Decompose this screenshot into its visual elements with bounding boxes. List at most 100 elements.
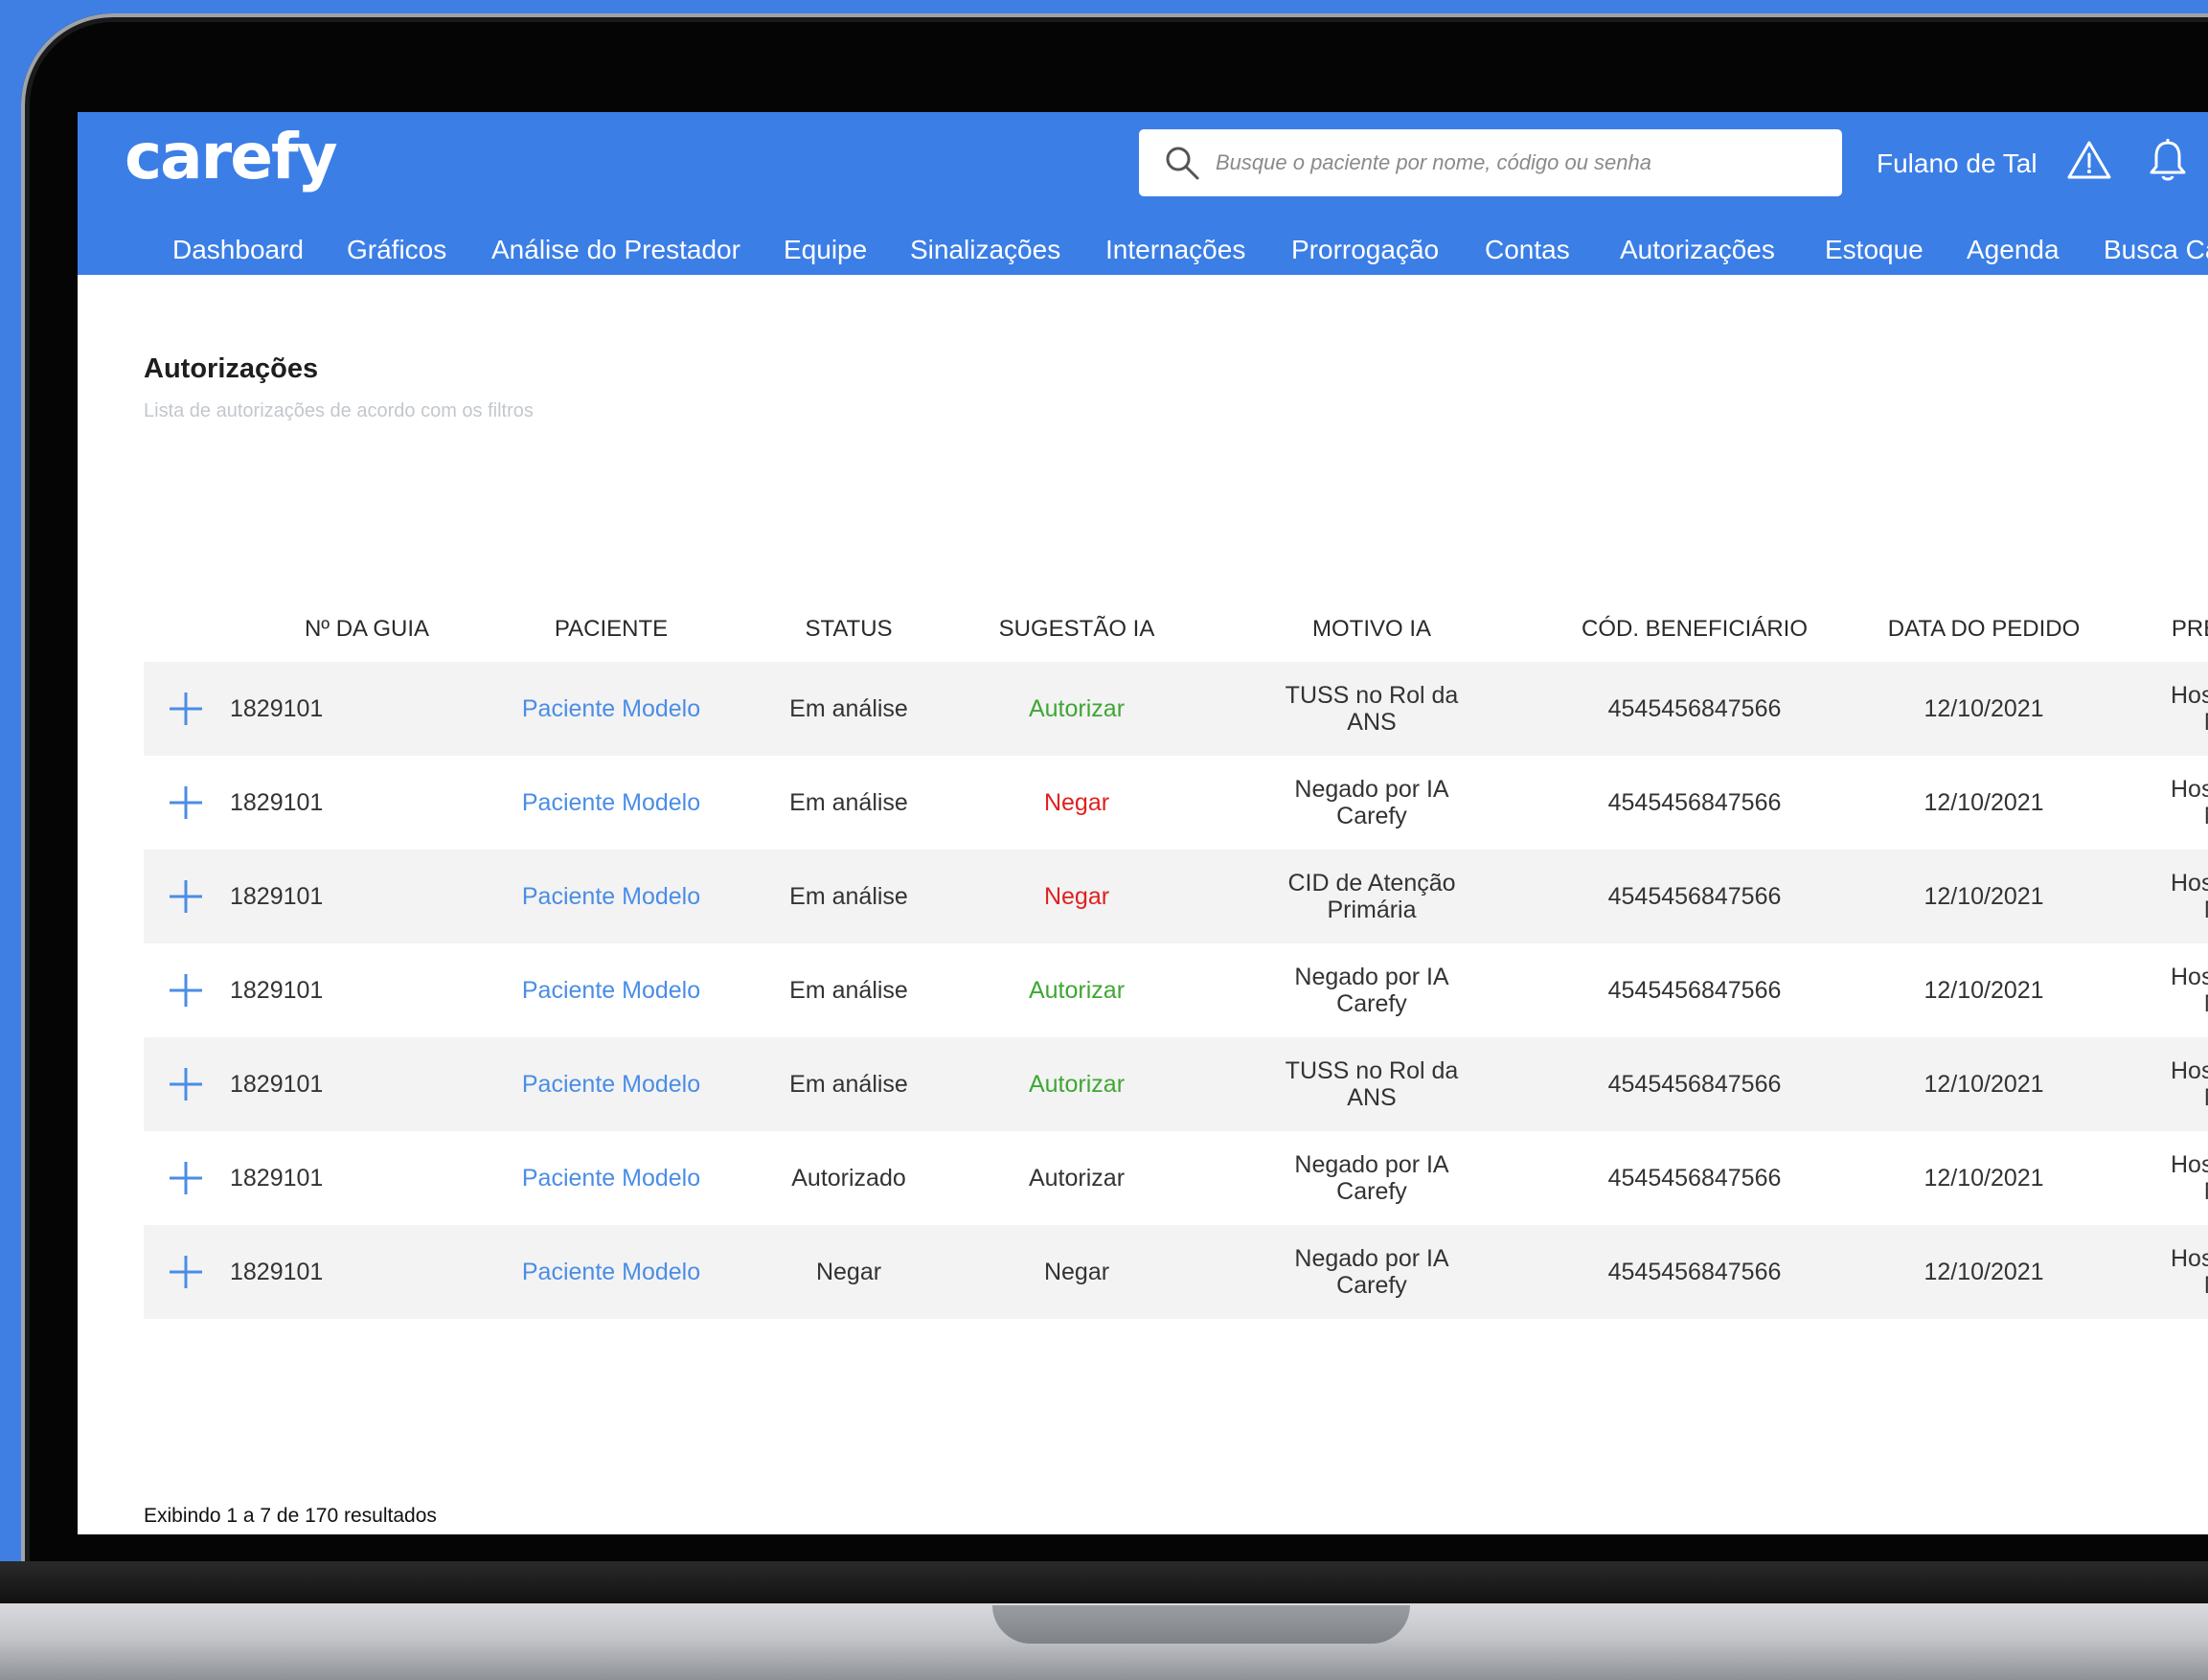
- header-motivo[interactable]: MOTIVO IA: [1312, 616, 1431, 643]
- nav-estoque[interactable]: Estoque: [1825, 225, 1923, 275]
- cell-prestador: Hospital M: [2171, 870, 2208, 923]
- header-prestador[interactable]: PRESTADO: [2172, 616, 2208, 643]
- table-row[interactable]: 1829101 Paciente Modelo Em análise Autoriza…: [144, 943, 2208, 1037]
- cell-motivo: CID de Atenção Primária: [1266, 850, 1477, 943]
- table-row[interactable]: 1829101 Paciente Modelo Em análise Negar CID…: [144, 850, 2208, 943]
- cell-motivo: Negado por IA Carefy: [1266, 1225, 1477, 1319]
- nav-busca[interactable]: Busca Ca: [2104, 225, 2208, 275]
- cell-sugestao: Autorizar: [1028, 695, 1126, 722]
- cell-data-pedido: 12/10/2021: [1923, 695, 2044, 722]
- cell-prestador: Hospital M: [2171, 682, 2208, 736]
- expand-plus-icon[interactable]: [167, 1253, 205, 1291]
- cell-guia: 1829101: [230, 1259, 324, 1285]
- cell-sugestao: Negar: [1043, 883, 1110, 910]
- cell-data-pedido: 12/10/2021: [1923, 1165, 2044, 1192]
- cell-data-pedido: 12/10/2021: [1923, 1071, 2044, 1098]
- motivo-line-1: TUSS no Rol da ANS: [1285, 682, 1459, 736]
- cell-prestador: Hospital M: [2171, 776, 2208, 829]
- cell-prestador: Hospital M: [2171, 1057, 2208, 1111]
- table-header: Nº DA GUIA PACIENTE STATUS SUGESTÃO IA M…: [144, 601, 2208, 663]
- cell-motivo: Negado por IA Carefy: [1266, 943, 1477, 1037]
- nav-agenda[interactable]: Agenda: [1967, 225, 2060, 275]
- cell-sugestao: Negar: [1043, 789, 1110, 816]
- laptop-hinge: [0, 1561, 2208, 1603]
- nav-graficos[interactable]: Gráficos: [347, 225, 446, 275]
- cell-sugestao: Autorizar: [1028, 1165, 1126, 1192]
- cell-status: Em análise: [789, 1071, 908, 1098]
- cell-motivo: Negado por IA Carefy: [1266, 1131, 1477, 1225]
- cell-guia: 1829101: [230, 977, 324, 1004]
- app-screen: carefy Fulano de Tal Dashboard Gráficos …: [78, 112, 2208, 1534]
- header-paciente[interactable]: PACIENTE: [555, 616, 668, 643]
- cell-prestador: Hospital M: [2171, 1151, 2208, 1205]
- expand-plus-icon[interactable]: [167, 1159, 205, 1197]
- nav-contas[interactable]: Contas: [1485, 225, 1570, 275]
- cell-data-pedido: 12/10/2021: [1923, 977, 2044, 1004]
- nav-equipe[interactable]: Equipe: [784, 225, 867, 275]
- motivo-line-1: Negado por IA: [1294, 1245, 1449, 1272]
- table-row[interactable]: 1829101 Paciente Modelo Em análise Negar Neg…: [144, 756, 2208, 850]
- motivo-line-2: Primária: [1327, 897, 1417, 923]
- cell-guia: 1829101: [230, 695, 324, 722]
- table-row[interactable]: 1829101 Paciente Modelo Em análise Autoriza…: [144, 1037, 2208, 1131]
- cell-cod-beneficiario: 4545456847566: [1607, 883, 1782, 910]
- nav-analise-prestador[interactable]: Análise do Prestador: [491, 225, 740, 275]
- app-header: carefy Fulano de Tal Dashboard Gráficos …: [78, 112, 2208, 275]
- cell-paciente-link[interactable]: Paciente Modelo: [522, 850, 700, 943]
- cell-cod-beneficiario: 4545456847566: [1607, 789, 1782, 816]
- motivo-line-1: Negado por IA: [1294, 964, 1449, 990]
- header-guia[interactable]: Nº DA GUIA: [305, 616, 429, 643]
- cell-prestador: Hospital M: [2171, 964, 2208, 1017]
- cell-status: Em análise: [789, 883, 908, 910]
- nav-prorrogacao[interactable]: Prorrogação: [1291, 225, 1439, 275]
- header-data[interactable]: DATA DO PEDIDO: [1888, 616, 2080, 643]
- cell-status: Autorizado: [791, 1165, 906, 1192]
- expand-plus-icon[interactable]: [167, 1065, 205, 1103]
- cell-paciente-link[interactable]: Paciente Modelo: [522, 1037, 700, 1131]
- user-name[interactable]: Fulano de Tal: [1877, 148, 2037, 179]
- header-sugestao[interactable]: SUGESTÃO IA: [999, 616, 1155, 643]
- cell-motivo: TUSS no Rol da ANS: [1266, 1037, 1477, 1131]
- cell-sugestao: Autorizar: [1028, 1071, 1126, 1098]
- cell-guia: 1829101: [230, 1071, 324, 1098]
- motivo-line-2: Carefy: [1336, 803, 1407, 829]
- table-row[interactable]: 1829101 Paciente Modelo Autorizado Autoriza…: [144, 1131, 2208, 1225]
- motivo-line-1: Negado por IA: [1294, 776, 1449, 803]
- cell-motivo: Negado por IA Carefy: [1266, 756, 1477, 850]
- expand-plus-icon[interactable]: [167, 690, 205, 728]
- page-subtitle: Lista de autorizações de acordo com os f…: [144, 400, 534, 421]
- bell-icon[interactable]: [2147, 137, 2189, 183]
- cell-cod-beneficiario: 4545456847566: [1607, 1259, 1782, 1285]
- motivo-line-2: Carefy: [1336, 1178, 1407, 1205]
- expand-plus-icon[interactable]: [167, 877, 205, 916]
- cell-sugestao: Negar: [1043, 1259, 1110, 1285]
- patient-search[interactable]: [1139, 129, 1842, 196]
- cell-guia: 1829101: [230, 1165, 324, 1192]
- cell-data-pedido: 12/10/2021: [1923, 883, 2044, 910]
- cell-guia: 1829101: [230, 883, 324, 910]
- carefy-logo[interactable]: carefy: [125, 120, 338, 193]
- nav-autorizacoes[interactable]: Autorizações: [1620, 225, 1775, 275]
- expand-plus-icon[interactable]: [167, 971, 205, 1010]
- cell-paciente-link[interactable]: Paciente Modelo: [522, 756, 700, 850]
- expand-plus-icon[interactable]: [167, 783, 205, 822]
- header-cod[interactable]: CÓD. BENEFICIÁRIO: [1582, 616, 1808, 643]
- cell-paciente-link[interactable]: Paciente Modelo: [522, 1131, 700, 1225]
- header-status[interactable]: STATUS: [805, 616, 892, 643]
- motivo-line-2: Carefy: [1336, 990, 1407, 1017]
- motivo-line-1: TUSS no Rol da ANS: [1285, 1057, 1459, 1111]
- nav-internacoes[interactable]: Internações: [1105, 225, 1245, 275]
- cell-sugestao: Autorizar: [1028, 977, 1126, 1004]
- cell-cod-beneficiario: 4545456847566: [1607, 977, 1782, 1004]
- nav-dashboard[interactable]: Dashboard: [172, 225, 304, 275]
- cell-cod-beneficiario: 4545456847566: [1607, 1071, 1782, 1098]
- cell-paciente-link[interactable]: Paciente Modelo: [522, 1225, 700, 1319]
- table-row[interactable]: 1829101 Paciente Modelo Negar Negar Negado p…: [144, 1225, 2208, 1319]
- table-row[interactable]: 1829101 Paciente Modelo Em análise Autoriza…: [144, 662, 2208, 756]
- nav-sinalizacoes[interactable]: Sinalizações: [910, 225, 1060, 275]
- search-input[interactable]: [1214, 149, 1792, 176]
- warning-icon[interactable]: [2066, 139, 2112, 181]
- cell-paciente-link[interactable]: Paciente Modelo: [522, 662, 700, 756]
- cell-paciente-link[interactable]: Paciente Modelo: [522, 943, 700, 1037]
- cell-data-pedido: 12/10/2021: [1923, 789, 2044, 816]
